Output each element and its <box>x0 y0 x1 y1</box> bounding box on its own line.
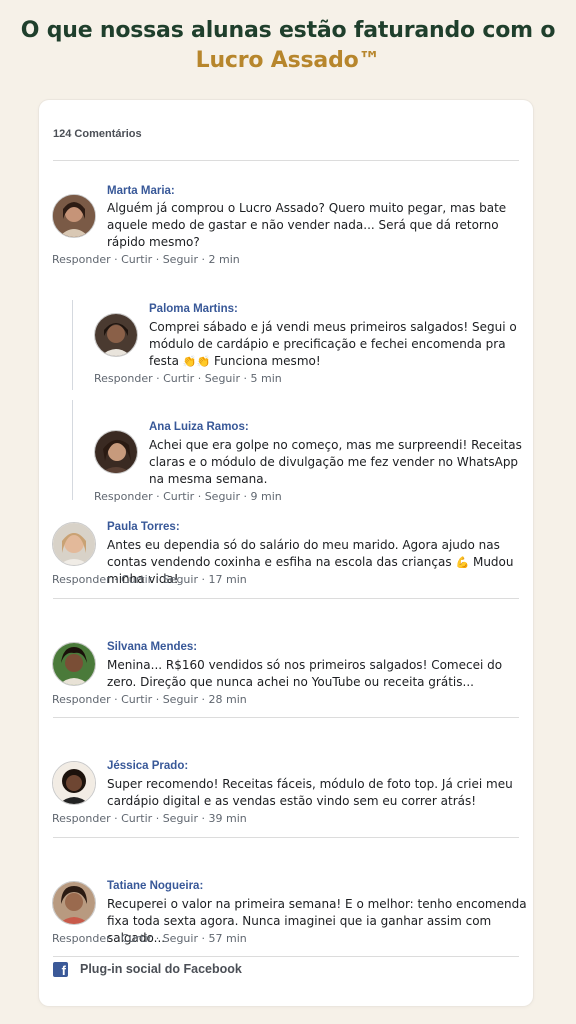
avatar-photo-icon[interactable] <box>52 194 96 238</box>
follow-link[interactable]: Seguir <box>205 372 240 385</box>
separator: · <box>243 372 247 385</box>
follow-link[interactable]: Seguir <box>163 932 198 945</box>
divider <box>53 160 519 161</box>
headline-text: O que nossas alunas estão faturando com … <box>20 18 556 43</box>
comment-actions: Responder · Curtir · Seguir · 28 min <box>52 693 247 706</box>
comment-time: 5 min <box>250 372 282 385</box>
separator: · <box>155 253 160 266</box>
comment-author[interactable]: Silvana Mendes: <box>107 641 197 653</box>
headline-brand: Lucro Assado™ <box>195 48 381 73</box>
separator: · <box>114 932 118 945</box>
separator: · <box>201 812 205 825</box>
facebook-plugin-footer[interactable]: f Plug-in social do Facebook <box>53 960 242 978</box>
separator: · <box>155 812 160 825</box>
separator: · <box>201 573 205 586</box>
follow-link[interactable]: Seguir <box>163 812 198 825</box>
avatar-photo-icon[interactable] <box>52 642 96 686</box>
comment-author[interactable]: Marta Maria: <box>107 185 175 197</box>
comment-author[interactable]: Tatiane Nogueira: <box>107 880 203 892</box>
flexed-arm-emoji-icon: 💪 <box>455 556 470 569</box>
separator: · <box>201 693 205 706</box>
comment-time: 57 min <box>208 932 247 945</box>
separator: · <box>155 693 160 706</box>
comment-author[interactable]: Paloma Martins: <box>149 303 238 315</box>
avatar-photo-icon[interactable] <box>94 313 138 357</box>
comments-count: 124 Comentários <box>53 128 142 140</box>
comment-text-tail: Funciona mesmo! <box>213 354 321 368</box>
avatar-photo-icon[interactable] <box>52 522 96 566</box>
reply-thread-line <box>72 400 73 500</box>
separator: · <box>156 372 160 385</box>
divider <box>53 598 519 599</box>
comment-text: Menina... R$160 vendidos só nos primeiro… <box>107 658 503 689</box>
reply-link[interactable]: Responder <box>52 932 111 945</box>
clap-emoji-icon: 👏👏 <box>182 355 211 368</box>
comment-actions: Responder · Curtir · Seguir · 39 min <box>52 812 247 825</box>
like-link[interactable]: Curtir <box>121 573 152 586</box>
divider <box>53 956 519 957</box>
avatar-photo-icon[interactable] <box>94 430 138 474</box>
facebook-icon: f <box>53 961 68 978</box>
reply-link[interactable]: Responder <box>52 812 111 825</box>
like-link[interactable]: Curtir <box>121 812 152 825</box>
reply-link[interactable]: Responder <box>52 693 111 706</box>
comment-text: Alguém já comprou o Lucro Assado? Quero … <box>107 201 507 249</box>
separator: · <box>114 693 118 706</box>
comment-actions: Responder · Curtir · Seguir · 57 min <box>52 932 247 945</box>
comment-text: Achei que era golpe no começo, mas me su… <box>149 438 522 486</box>
comment-actions: Responder · Curtir · Seguir · 9 min <box>94 490 282 503</box>
follow-link[interactable]: Seguir <box>163 693 198 706</box>
follow-link[interactable]: Seguir <box>163 573 198 586</box>
separator: · <box>243 490 247 503</box>
reply-link[interactable]: Responder <box>52 573 111 586</box>
separator: · <box>155 573 160 586</box>
separator: · <box>114 812 118 825</box>
page-headline: O que nossas alunas estão faturando com … <box>0 16 576 76</box>
separator: · <box>155 932 160 945</box>
like-link[interactable]: Curtir <box>163 490 194 503</box>
avatar-photo-icon[interactable] <box>52 881 96 925</box>
comment-actions: Responder · Curtir · Seguir · 2 min <box>52 253 240 266</box>
comment-author[interactable]: Paula Torres: <box>107 521 180 533</box>
reply-link[interactable]: Responder <box>94 490 153 503</box>
comment-actions: Responder · Curtir · Seguir · 5 min <box>94 372 282 385</box>
comment-actions: Responder · Curtir · Seguir · 17 min <box>52 573 247 586</box>
separator: · <box>114 253 118 266</box>
separator: · <box>197 490 202 503</box>
follow-link[interactable]: Seguir <box>205 490 240 503</box>
follow-link[interactable]: Seguir <box>163 253 198 266</box>
avatar-photo-icon[interactable] <box>52 761 96 805</box>
separator: · <box>114 573 118 586</box>
facebook-comments-widget: 124 Comentários Marta Maria: Alguém já c… <box>39 100 533 1006</box>
comment-time: 17 min <box>208 573 247 586</box>
like-link[interactable]: Curtir <box>121 932 152 945</box>
reply-link[interactable]: Responder <box>94 372 153 385</box>
separator: · <box>201 932 205 945</box>
reply-thread-line <box>72 300 73 390</box>
comment-time: 39 min <box>208 812 247 825</box>
comment-text-body: Antes eu dependia só do salário do meu m… <box>107 538 500 569</box>
comment-text: Comprei sábado e já vendi meus primeiros… <box>149 319 524 370</box>
footer-label: Plug-in social do Facebook <box>80 962 242 976</box>
separator: · <box>156 490 160 503</box>
comment-text: Super recomendo! Receitas fáceis, módulo… <box>107 777 513 808</box>
separator: · <box>197 372 202 385</box>
like-link[interactable]: Curtir <box>121 693 152 706</box>
divider <box>53 717 519 718</box>
comment-author[interactable]: Ana Luiza Ramos: <box>149 421 249 433</box>
comment-time: 2 min <box>208 253 240 266</box>
comment-time: 9 min <box>250 490 282 503</box>
comment-time: 28 min <box>208 693 247 706</box>
reply-link[interactable]: Responder <box>52 253 111 266</box>
like-link[interactable]: Curtir <box>121 253 152 266</box>
comment-author[interactable]: Jéssica Prado: <box>107 760 188 772</box>
like-link[interactable]: Curtir <box>163 372 194 385</box>
divider <box>53 837 519 838</box>
separator: · <box>201 253 205 266</box>
